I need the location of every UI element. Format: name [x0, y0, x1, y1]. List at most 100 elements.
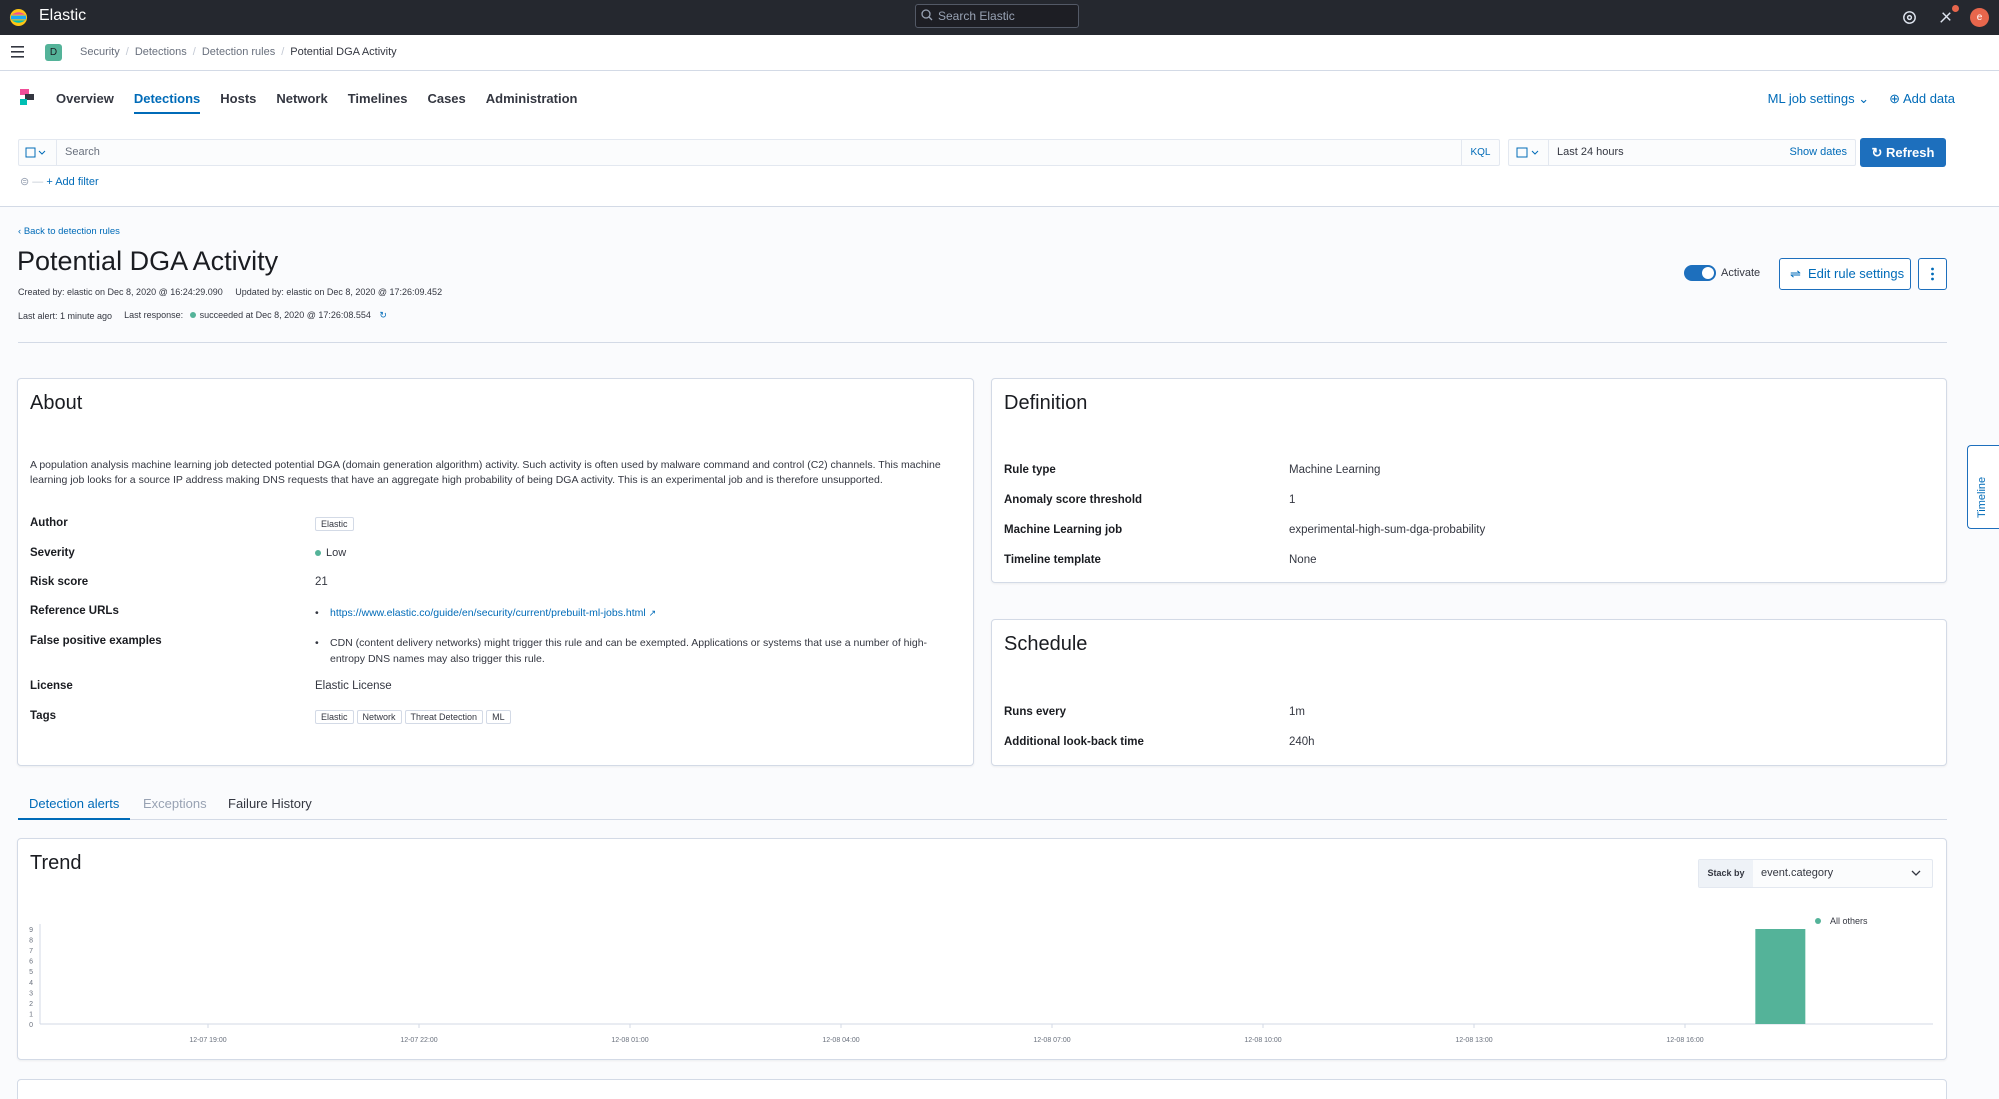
saved-query-menu-button[interactable] — [19, 140, 57, 165]
tab-exceptions[interactable]: Exceptions — [143, 796, 207, 818]
refresh-icon: ↻ — [1871, 145, 1883, 160]
tab-overview[interactable]: Overview — [56, 91, 114, 114]
tab-cases[interactable]: Cases — [427, 91, 465, 114]
breadcrumb-security[interactable]: Security — [80, 46, 120, 58]
security-logo-icon[interactable] — [20, 89, 34, 105]
show-dates-link[interactable]: Show dates — [1790, 146, 1847, 158]
severity-dot — [315, 550, 321, 556]
last-alert: Last alert: 1 minute ago — [18, 310, 113, 321]
vertical-dots-icon — [1931, 267, 1934, 281]
time-range-label[interactable]: Last 24 hours — [1557, 146, 1624, 158]
tab-timelines[interactable]: Timelines — [348, 91, 408, 114]
tab-detection-alerts[interactable]: Detection alerts — [18, 796, 131, 820]
schedule-panel: Schedule Runs every 1m Additional look-ba… — [991, 619, 1947, 766]
activate-toggle[interactable] — [1684, 265, 1716, 281]
help-icon[interactable] — [1900, 8, 1919, 27]
query-input[interactable]: Search — [65, 146, 100, 158]
breadcrumb-detections[interactable]: Detections — [135, 46, 187, 58]
space-avatar[interactable]: D — [45, 44, 62, 61]
edit-rule-label: Edit rule settings — [1808, 266, 1905, 281]
edit-rule-settings-button[interactable]: ⇌ Edit rule settings — [1779, 258, 1911, 290]
toggle-knob — [1702, 267, 1714, 279]
y-tick-label: 6 — [29, 959, 33, 966]
last-response-label: Last response: — [124, 310, 184, 320]
risk-value: 21 — [315, 576, 328, 588]
trend-chart: 0 1 2 3 4 5 6 7 8 9 12-07 19:00 12-07 22:00 12-08 01… — [29, 916, 1933, 1044]
tab-hosts[interactable]: Hosts — [220, 91, 256, 114]
ml-job-label: Machine Learning job — [1004, 524, 1123, 536]
tag-badge: Elastic — [315, 710, 354, 724]
rule-detail-tabs: Detection alerts Exceptions Failure Hist… — [18, 791, 1947, 820]
severity-value: Low — [326, 547, 347, 559]
quick-select-button[interactable] — [1509, 140, 1549, 165]
kql-language-button[interactable]: KQL — [1461, 140, 1499, 165]
definition-title: Definition — [1004, 392, 1088, 414]
filter-separator: — — [32, 176, 47, 188]
schedule-title: Schedule — [1004, 633, 1088, 655]
timeline-flyout-button[interactable]: Timeline — [1967, 445, 1999, 529]
tag-badge: ML — [486, 710, 511, 724]
more-actions-button[interactable] — [1918, 258, 1947, 290]
x-tick-label: 12-08 04:00 — [822, 1037, 859, 1044]
controls-icon: ⇌ — [1790, 266, 1801, 281]
breadcrumb-separator: / — [192, 46, 196, 58]
add-filter-button[interactable]: + Add filter — [46, 176, 98, 188]
global-header: Elastic Search Elastic e — [0, 0, 1999, 35]
ml-job-value: experimental-high-sum-dga-probability — [1289, 524, 1486, 536]
rule-type-label: Rule type — [1004, 464, 1056, 476]
add-data-button[interactable]: ⊕ Add data — [1889, 91, 1955, 107]
tab-network[interactable]: Network — [276, 91, 327, 114]
breadcrumb-detection-rules[interactable]: Detection rules — [202, 46, 275, 58]
ml-job-settings-button[interactable]: ML job settings ⌄ — [1768, 91, 1869, 107]
tab-administration[interactable]: Administration — [486, 91, 578, 114]
refresh-status-icon[interactable]: ↻ — [379, 310, 387, 320]
tab-detections[interactable]: Detections — [133, 91, 201, 114]
tags-label: Tags — [30, 710, 56, 722]
anomaly-threshold-label: Anomaly score threshold — [1004, 494, 1143, 506]
elastic-logo-icon[interactable] — [9, 8, 28, 27]
rule-description: A population analysis machine learning j… — [30, 459, 941, 486]
refresh-button[interactable]: ↻ Refresh — [1860, 138, 1946, 167]
security-header: Overview Detections Hosts Network Timeli… — [0, 71, 1999, 207]
severity-label: Severity — [30, 547, 75, 559]
notification-dot — [1952, 5, 1959, 12]
header-divider — [18, 342, 1947, 343]
rule-status: Last alert: 1 minute ago Last response: … — [18, 310, 387, 321]
definition-panel: Definition Rule type Machine Learning Ano… — [991, 378, 1947, 583]
reference-url-link[interactable]: https://www.elastic.co/guide/en/security… — [330, 607, 646, 619]
about-panel: About A population analysis machine lear… — [17, 378, 974, 766]
breadcrumb-separator: / — [125, 46, 129, 58]
date-picker: Last 24 hours Show dates — [1508, 139, 1856, 166]
risk-label: Risk score — [30, 576, 89, 588]
global-search-input[interactable]: Search Elastic — [915, 4, 1079, 28]
y-tick-label: 4 — [29, 980, 33, 987]
lookback-label: Additional look-back time — [1004, 736, 1144, 748]
alerts-table-panel — [17, 1079, 1947, 1099]
tab-failure-history[interactable]: Failure History — [228, 796, 312, 818]
bar — [1755, 929, 1806, 1024]
user-avatar[interactable]: e — [1970, 8, 1989, 27]
timeline-template-label: Timeline template — [1004, 554, 1101, 566]
runs-every-label: Runs every — [1004, 706, 1067, 718]
created-by: Created by: elastic on Dec 8, 2020 @ 16:… — [18, 287, 223, 297]
updated-by: Updated by: elastic on Dec 8, 2020 @ 17:… — [235, 287, 443, 297]
external-link-icon: ↗ — [648, 608, 657, 618]
license-label: License — [30, 680, 73, 692]
lookback-value: 240h — [1289, 736, 1315, 748]
y-tick-label: 7 — [29, 948, 33, 955]
breadcrumb-current: Potential DGA Activity — [290, 46, 397, 58]
calendar-icon — [1516, 147, 1539, 158]
chevron-down-icon: ⌄ — [1858, 91, 1870, 106]
y-tick-label: 0 — [29, 1022, 33, 1029]
stack-by-value: event.category — [1761, 867, 1834, 879]
legend-label: All others — [1830, 916, 1868, 926]
stack-by-select[interactable]: Stack by event.category — [1698, 859, 1933, 888]
false-positives-label: False positive examples — [30, 635, 162, 647]
timeline-label: Timeline — [1976, 476, 1988, 518]
legend-swatch — [1815, 918, 1821, 924]
back-to-rules-link[interactable]: ‹ Back to detection rules — [18, 226, 120, 237]
filter-options-icon[interactable]: ⊜ — [20, 176, 29, 188]
about-title: About — [30, 392, 83, 414]
x-tick-label: 12-08 13:00 — [1455, 1037, 1492, 1044]
menu-icon[interactable] — [11, 46, 24, 58]
